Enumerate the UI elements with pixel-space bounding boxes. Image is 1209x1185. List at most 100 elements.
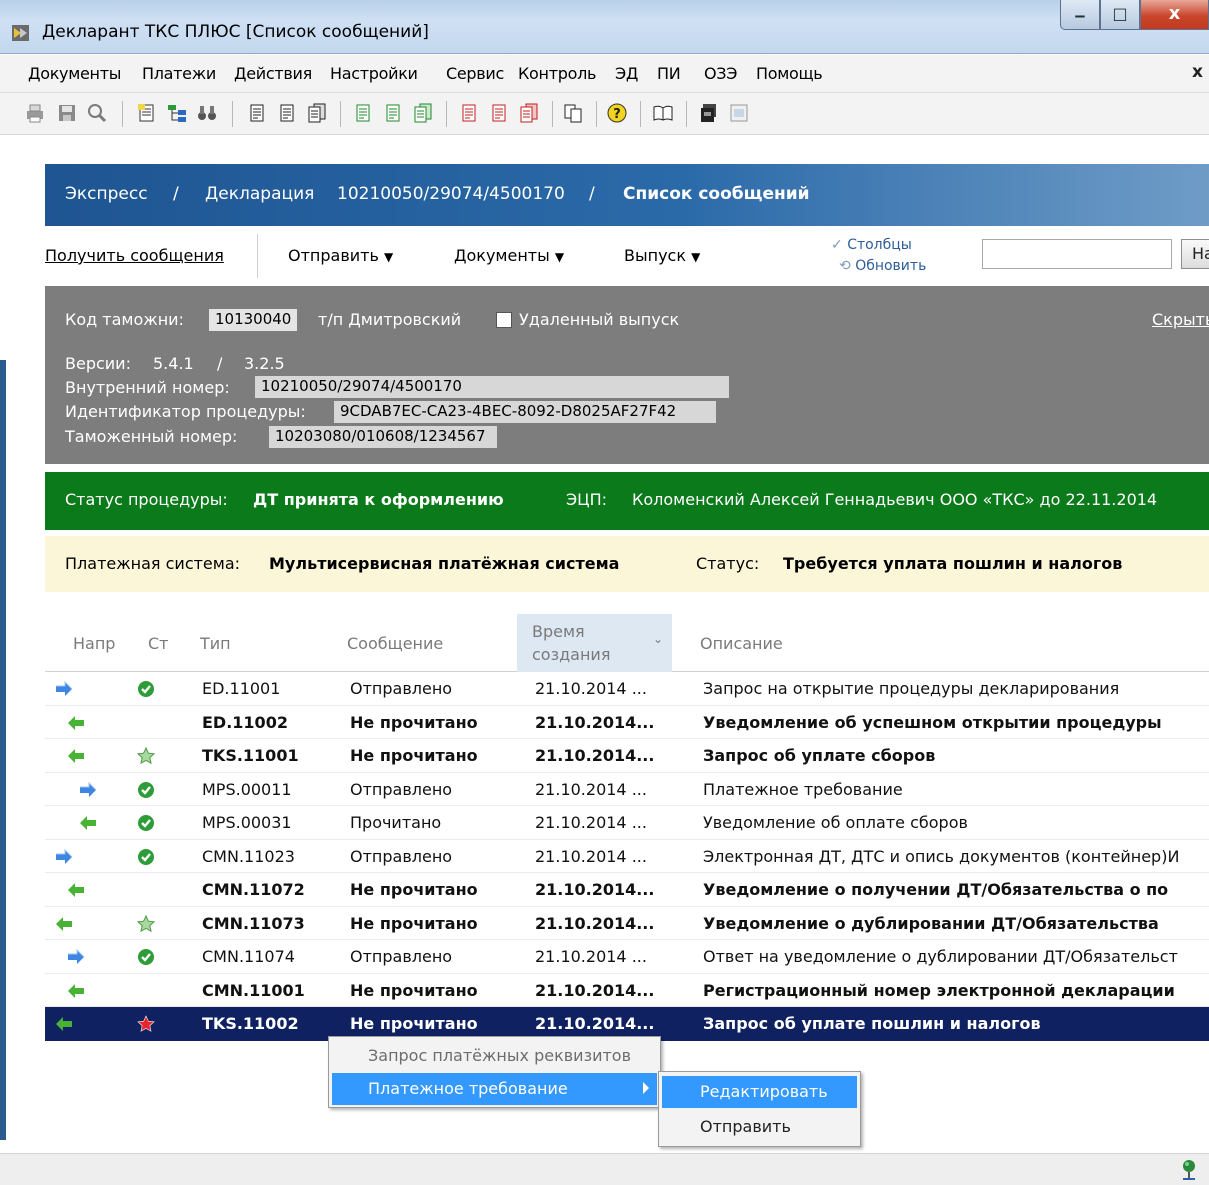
refresh-link[interactable]: ⟲ Обновить — [839, 258, 926, 274]
outgoing-arrow-icon — [55, 848, 73, 865]
breadcrumb-separator: / — [173, 184, 179, 204]
save-icon[interactable] — [56, 102, 78, 124]
menu-actions[interactable]: Действия — [234, 64, 312, 83]
preview-icon[interactable] — [86, 102, 108, 124]
menu-item-request-payment-details[interactable]: Запрос платёжных реквизитов — [332, 1040, 657, 1072]
green-documents-stack-icon[interactable] — [412, 102, 434, 124]
green-document-icon[interactable] — [352, 102, 374, 124]
book-icon[interactable] — [652, 102, 674, 124]
message-description: Электронная ДТ, ДТС и опись документов (… — [703, 846, 1180, 866]
message-description: Уведомление об успешном открытии процеду… — [703, 712, 1162, 732]
hide-link[interactable]: Скрыть — [1152, 310, 1209, 329]
menu-oze[interactable]: ОЗЭ — [704, 64, 737, 83]
status-bar — [0, 1153, 1209, 1185]
table-row[interactable]: MPS.00031 Прочитано 21.10.2014 ... Уведомле… — [45, 806, 1209, 840]
red-documents-stack-icon[interactable] — [518, 102, 540, 124]
menu-item-send[interactable]: Отправить — [662, 1111, 857, 1143]
window-icon[interactable] — [728, 102, 750, 124]
print-icon[interactable] — [24, 102, 46, 124]
message-type: ED.11002 — [202, 712, 288, 732]
column-type[interactable]: Тип — [200, 634, 231, 653]
payment-system-label: Платежная система: — [65, 554, 241, 573]
check-icon — [137, 814, 155, 832]
incoming-arrow-icon — [67, 882, 85, 898]
get-messages-link[interactable]: Получить сообщения — [45, 246, 224, 265]
menu-close-button[interactable]: x — [1192, 62, 1203, 82]
close-icon: x — [1168, 3, 1181, 24]
breadcrumb-separator: / — [589, 184, 595, 204]
table-row[interactable]: CMN.11001 Не прочитано 21.10.2014... Регист… — [45, 973, 1209, 1007]
internal-number-value: 10210050/29074/4500170 — [255, 376, 729, 398]
breadcrumb-declaration[interactable]: Декларация — [205, 184, 314, 204]
menu-item-payment-demand[interactable]: Платежное требование — [332, 1073, 657, 1105]
message-description: Регистрационный номер электронной деклар… — [703, 980, 1175, 1000]
table-row[interactable]: CMN.11073 Не прочитано 21.10.2014... Уведом… — [45, 906, 1209, 940]
table-row[interactable]: CMN.11072 Не прочитано 21.10.2014... Уведом… — [45, 873, 1209, 907]
message-description: Запрос об уплате сборов — [703, 746, 936, 765]
column-message[interactable]: Сообщение — [347, 634, 443, 653]
table-row[interactable]: ED.11001 Отправлено 21.10.2014 ... Запрос н… — [45, 672, 1209, 706]
columns-label: Столбцы — [847, 237, 912, 253]
green-document-icon[interactable] — [382, 102, 404, 124]
column-state[interactable]: Ст — [148, 634, 169, 653]
table-row[interactable]: CMN.11023 Отправлено 21.10.2014 ... Электро… — [45, 839, 1209, 873]
send-dropdown[interactable]: Отправить ▼ — [288, 246, 393, 265]
binoculars-icon[interactable] — [196, 102, 218, 124]
release-dropdown[interactable]: Выпуск ▼ — [624, 246, 700, 265]
message-time: 21.10.2014 ... — [535, 679, 647, 698]
payment-status-value: Требуется уплата пошлин и налогов — [783, 554, 1123, 573]
search-input[interactable] — [982, 239, 1172, 269]
menu-item-payment-demand-label: Платежное требование — [368, 1079, 568, 1098]
message-description: Уведомление об оплате сборов — [703, 813, 968, 832]
help-icon[interactable]: ? — [606, 102, 628, 124]
red-document-icon[interactable] — [458, 102, 480, 124]
tree-view-icon[interactable] — [166, 102, 188, 124]
message-status: Не прочитано — [350, 1014, 478, 1033]
menu-ed[interactable]: ЭД — [615, 64, 638, 83]
window-title: Декларант ТКС ПЛЮС [Список сообщений] — [42, 22, 429, 42]
columns-link[interactable]: ✓ Столбцы — [831, 237, 912, 253]
document-icon[interactable] — [276, 102, 298, 124]
archive-icon[interactable] — [698, 102, 720, 124]
table-row[interactable]: CMN.11074 Отправлено 21.10.2014 ... Ответ н… — [45, 940, 1209, 974]
customs-number-value: 10203080/010608/1234567 — [269, 426, 497, 448]
column-created-time[interactable]: Время создания ⌄ — [517, 614, 672, 672]
table-row[interactable]: TKS.11001 Не прочитано 21.10.2014... Запрос… — [45, 739, 1209, 773]
menu-help[interactable]: Помощь — [756, 64, 823, 83]
documents-dropdown[interactable]: Документы ▼ — [454, 246, 564, 265]
remote-release-label: Удаленный выпуск — [519, 310, 680, 329]
menu-documents[interactable]: Документы — [28, 64, 121, 83]
menu-pi[interactable]: ПИ — [657, 64, 681, 83]
menu-control[interactable]: Контроль — [518, 64, 596, 83]
message-type: MPS.00031 — [202, 813, 292, 832]
menu-item-edit[interactable]: Редактировать — [662, 1076, 857, 1108]
minimize-button[interactable]: ‒ — [1060, 0, 1100, 30]
procedure-status-label: Статус процедуры: — [65, 490, 228, 509]
message-time: 21.10.2014... — [535, 913, 655, 933]
breadcrumb-express[interactable]: Экспресс — [65, 184, 148, 204]
table-row[interactable]: ED.11002 Не прочитано 21.10.2014... Уведомл… — [45, 705, 1209, 739]
menu-payments[interactable]: Платежи — [142, 64, 216, 83]
message-description: Запрос на открытие процедуры декларирова… — [703, 679, 1120, 698]
document-icon[interactable] — [246, 102, 268, 124]
refresh-icon: ⟲ — [839, 258, 851, 274]
maximize-button[interactable]: □ — [1100, 0, 1140, 30]
column-direction[interactable]: Напр — [73, 634, 115, 653]
new-document-icon[interactable] — [136, 102, 158, 124]
menu-bar: Документы Платежи Действия Настройки Сер… — [0, 55, 1209, 93]
red-document-icon[interactable] — [488, 102, 510, 124]
menu-service[interactable]: Сервис — [446, 64, 504, 83]
menu-settings[interactable]: Настройки — [330, 64, 418, 83]
find-button[interactable]: Найти — [1181, 239, 1209, 269]
customs-number-label: Таможенный номер: — [65, 427, 238, 446]
table-row[interactable]: MPS.00011 Отправлено 21.10.2014 ... Платежн… — [45, 772, 1209, 806]
column-created-time-line1: Время — [532, 622, 585, 641]
column-description[interactable]: Описание — [700, 634, 783, 653]
close-window-button[interactable]: x — [1140, 0, 1209, 30]
breadcrumb-declaration-number[interactable]: 10210050/29074/4500170 — [337, 184, 565, 204]
toolbar-separator — [232, 101, 233, 127]
remote-release-checkbox[interactable] — [496, 312, 512, 328]
documents-stack-icon[interactable] — [306, 102, 328, 124]
copy-icon[interactable] — [562, 102, 584, 124]
signature-value: Коломенский Алексей Геннадьевич ООО «ТКС… — [632, 490, 1158, 509]
